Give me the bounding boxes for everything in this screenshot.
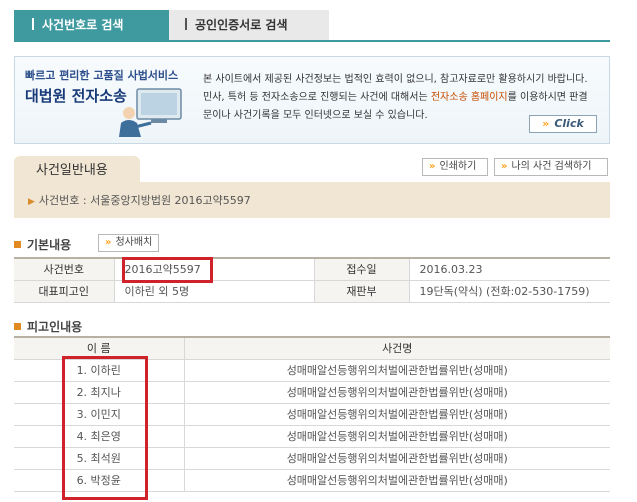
tab-certificate-search[interactable]: 공인인증서로 검색 <box>169 10 329 40</box>
court-layout-button[interactable]: » 청사배치 <box>98 234 160 252</box>
case-number-text: 사건번호 : 서울중앙지방법원 2016고약5597 <box>38 194 251 207</box>
basic-info-table: 사건번호 2016고약5597 접수일 2016.03.23 대표피고인 이하린… <box>14 257 610 303</box>
column-header-case: 사건명 <box>183 337 610 360</box>
banner-line-1: 본 사이트에서 제공된 사건정보는 법적인 효력이 없으니, 참고자료로만 활용… <box>203 74 588 85</box>
basic-info-title: 기본내용 <box>27 238 72 252</box>
banner-line-2: 민사, 특허 등 전자소송으로 진행되는 사건에 대해서는 전자소송 홈페이지를… <box>203 89 603 107</box>
ecourt-illustration-icon <box>119 88 182 137</box>
case-title: 성매매알선등행위의처벌에관한법률위반(성매매) <box>183 381 610 404</box>
defendant-name: 1. 이하린 <box>14 359 184 382</box>
double-chevron-icon: » <box>501 161 508 172</box>
banner-subtitle: 빠르고 편리한 고품질 사법서비스 <box>25 69 179 82</box>
double-chevron-icon: » <box>429 161 436 172</box>
column-header-name: 이 름 <box>14 337 184 360</box>
defendant-name: 3. 이민지 <box>14 403 184 426</box>
table-row: 4. 최은영 성매매알선등행위의처벌에관한법률위반(성매매) <box>14 425 610 448</box>
defendant-name: 2. 최지나 <box>14 381 184 404</box>
main-defendant-value: 이하린 외 5명 <box>113 280 314 303</box>
case-title: 성매매알선등행위의처벌에관한법률위반(성매매) <box>183 469 610 492</box>
court-division-value: 19단독(약식) (전화:02-530-1759) <box>408 280 610 303</box>
table-row: 사건번호 2016고약5597 접수일 2016.03.23 <box>14 258 610 281</box>
my-case-search-button[interactable]: » 나의 사건 검색하기 <box>494 158 608 176</box>
case-title: 성매매알선등행위의처벌에관한법률위반(성매매) <box>183 425 610 448</box>
defendant-name: 6. 박정윤 <box>14 469 184 492</box>
received-date-value: 2016.03.23 <box>408 258 610 281</box>
case-title: 성매매알선등행위의처벌에관한법률위반(성매매) <box>183 359 610 382</box>
print-label: 인쇄하기 <box>439 161 477 172</box>
tabs-divider <box>14 40 610 42</box>
table-row: 5. 최석원 성매매알선등행위의처벌에관한법률위반(성매매) <box>14 447 610 470</box>
my-case-search-label: 나의 사건 검색하기 <box>511 161 592 172</box>
table-row: 6. 박정윤 성매매알선등행위의처벌에관한법률위반(성매매) <box>14 469 610 492</box>
double-chevron-icon: » <box>542 117 550 130</box>
table-row: 대표피고인 이하린 외 5명 재판부 19단독(약식) (전화:02-530-1… <box>14 280 610 303</box>
table-row: 2. 최지나 성매매알선등행위의처벌에관한법률위반(성매매) <box>14 381 610 404</box>
case-general-tab: 사건일반내용 <box>14 156 140 184</box>
search-tabs: 사건번호로 검색 공인인증서로 검색 <box>14 10 610 40</box>
defendants-heading: 피고인내용 <box>14 318 82 335</box>
defendant-name: 5. 최석원 <box>14 447 184 470</box>
ecourt-homepage-link[interactable]: 전자소송 홈페이지 <box>431 92 508 103</box>
table-header-row: 이 름 사건명 <box>14 337 610 360</box>
case-number-value: 2016고약5597 <box>113 258 314 281</box>
banner-line-2-pre: 민사, 특허 등 전자소송으로 진행되는 사건에 대해서는 <box>203 92 431 103</box>
main-defendant-label: 대표피고인 <box>14 280 114 303</box>
tab-label: 공인인증서로 검색 <box>195 18 288 32</box>
received-date-label: 접수일 <box>313 258 409 281</box>
defendants-table: 이 름 사건명 1. 이하린 성매매알선등행위의처벌에관한법률위반(성매매) 2.… <box>14 336 610 492</box>
click-label: Click <box>554 117 584 130</box>
tab-bar-icon <box>185 18 187 30</box>
case-general-box: ▶ 사건번호 : 서울중앙지방법원 2016고약5597 <box>14 182 610 218</box>
tab-label: 사건번호로 검색 <box>42 18 124 32</box>
table-row: 3. 이민지 성매매알선등행위의처벌에관한법률위반(성매매) <box>14 403 610 426</box>
case-title: 성매매알선등행위의처벌에관한법률위반(성매매) <box>183 403 610 426</box>
triangle-right-icon: ▶ <box>28 197 35 207</box>
defendant-name: 4. 최은영 <box>14 425 184 448</box>
case-title: 성매매알선등행위의처벌에관한법률위반(성매매) <box>183 447 610 470</box>
case-number-label: 사건번호 <box>14 258 114 281</box>
ecourt-banner[interactable]: 빠르고 편리한 고품질 사법서비스 대법원 전자소송 본 사이트에서 제공된 사… <box>14 56 610 144</box>
court-layout-label: 청사배치 <box>115 237 153 248</box>
defendants-title: 피고인내용 <box>27 320 83 334</box>
table-row: 1. 이하린 성매매알선등행위의처벌에관한법률위반(성매매) <box>14 359 610 382</box>
basic-info-heading: 기본내용 <box>14 236 71 253</box>
print-button[interactable]: » 인쇄하기 <box>422 158 488 176</box>
banner-line-2-post: 를 이용하시면 판결 <box>507 92 588 103</box>
square-bullet-icon <box>14 241 21 248</box>
banner-click-button[interactable]: » Click <box>529 115 597 133</box>
tab-bar-icon <box>32 18 34 30</box>
court-division-label: 재판부 <box>313 280 409 303</box>
case-number-line: ▶ 사건번호 : 서울중앙지방법원 2016고약5597 <box>14 192 251 208</box>
double-chevron-icon: » <box>105 237 112 248</box>
square-bullet-icon <box>14 323 21 330</box>
tab-case-number-search[interactable]: 사건번호로 검색 <box>14 10 169 40</box>
